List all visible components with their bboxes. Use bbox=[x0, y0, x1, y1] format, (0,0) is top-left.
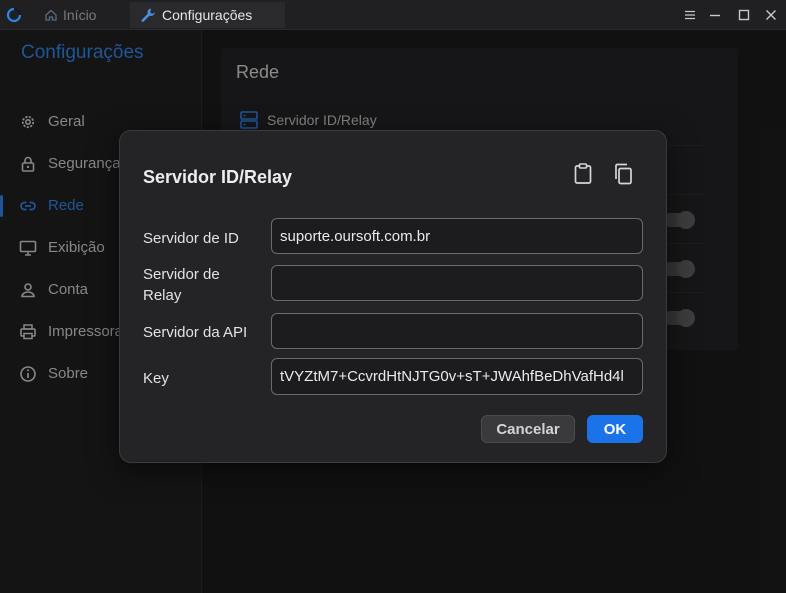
id-server-input[interactable] bbox=[271, 218, 643, 254]
app-logo-icon bbox=[6, 7, 22, 23]
tab-home-label: Início bbox=[63, 7, 97, 23]
paste-icon[interactable] bbox=[571, 162, 595, 186]
id-relay-dialog: Servidor ID/Relay Servidor de ID Servido… bbox=[119, 130, 667, 463]
key-label: Key bbox=[143, 370, 169, 387]
home-icon bbox=[45, 9, 57, 21]
maximize-icon[interactable] bbox=[736, 7, 752, 23]
close-icon[interactable] bbox=[763, 7, 779, 23]
tab-settings-label: Configurações bbox=[162, 7, 253, 23]
api-server-input[interactable] bbox=[271, 313, 643, 349]
relay-server-label: Servidor de Relay bbox=[143, 266, 220, 304]
minimize-icon[interactable] bbox=[707, 7, 723, 23]
tab-home[interactable]: Início bbox=[40, 2, 130, 28]
dialog-title: Servidor ID/Relay bbox=[143, 167, 293, 187]
title-bar: Início Configurações bbox=[0, 0, 786, 30]
menu-icon[interactable] bbox=[682, 7, 698, 23]
cancel-button[interactable]: Cancelar bbox=[481, 415, 575, 443]
id-server-label: Servidor de ID bbox=[143, 230, 239, 247]
ok-button[interactable]: OK bbox=[587, 415, 643, 443]
copy-icon[interactable] bbox=[611, 162, 635, 186]
key-input[interactable] bbox=[271, 358, 643, 395]
wrench-icon bbox=[141, 8, 155, 22]
api-server-label: Servidor da API bbox=[143, 324, 248, 341]
relay-server-input[interactable] bbox=[271, 265, 643, 301]
tab-settings[interactable]: Configurações bbox=[130, 2, 285, 28]
